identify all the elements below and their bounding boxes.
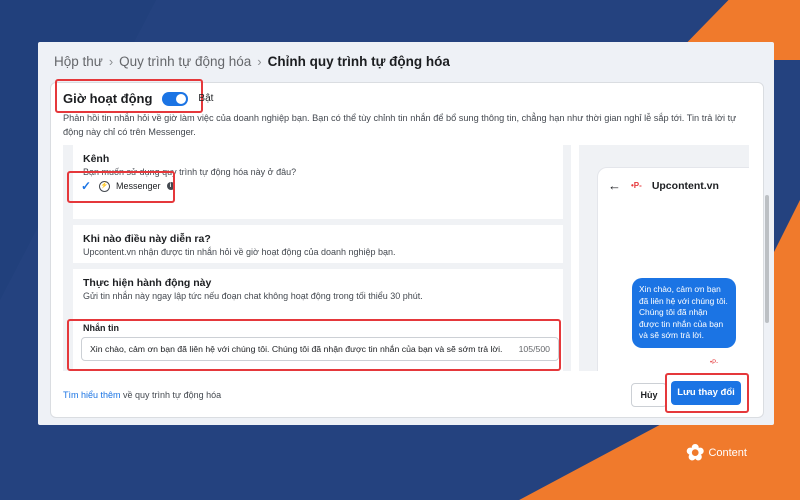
- preview-column: ← •P- Upcontent.vn Xin chào, cảm ơn bạn …: [579, 145, 749, 371]
- automation-description: Phản hồi tin nhắn hỏi về giờ làm việc củ…: [63, 113, 737, 137]
- preview-header: ← •P- Upcontent.vn: [608, 178, 719, 193]
- preview-page-name: Upcontent.vn: [651, 179, 719, 192]
- cancel-button[interactable]: Hủy: [631, 383, 667, 407]
- trigger-section: Khi nào điều này diễn ra? Upcontent.vn n…: [73, 225, 563, 263]
- phone-preview: ← •P- Upcontent.vn Xin chào, cảm ơn bạn …: [597, 167, 749, 371]
- trigger-title: Khi nào điều này diễn ra?: [83, 233, 211, 245]
- toggle-label: Bật: [198, 93, 214, 104]
- breadcrumb-automations[interactable]: Quy trình tự động hóa: [119, 54, 251, 69]
- breadcrumb-current: Chỉnh quy trình tự động hóa: [267, 54, 450, 69]
- automation-editor-panel: Hộp thư › Quy trình tự động hóa › Chỉnh …: [38, 42, 774, 425]
- breadcrumb-inbox[interactable]: Hộp thư: [54, 54, 103, 69]
- automation-card: Giờ hoạt động Bật Phản hồi tin nhắn hỏi …: [50, 79, 769, 418]
- chevron-right-icon: ›: [257, 54, 262, 69]
- brand-logo: ✿ Content: [686, 440, 747, 466]
- chevron-right-icon: ›: [108, 54, 114, 69]
- page-logo-icon: •P-: [631, 181, 642, 190]
- enable-toggle[interactable]: [162, 91, 189, 106]
- header-row: Giờ hoạt động Bật: [63, 91, 213, 106]
- highlight-frame-messenger: [67, 171, 175, 203]
- back-arrow-icon: ←: [608, 178, 621, 193]
- breadcrumb: Hộp thư › Quy trình tự động hóa › Chỉnh …: [54, 54, 450, 69]
- action-title: Thực hiện hành động này: [83, 277, 212, 289]
- scrollbar[interactable]: [765, 195, 769, 323]
- brand-mark-icon: ✿: [686, 440, 705, 465]
- save-changes-button[interactable]: Lưu thay đổi: [671, 381, 741, 405]
- sender-logo-icon: •P-: [710, 360, 719, 366]
- highlight-frame-message: [67, 319, 561, 371]
- action-subtitle: Gửi tin nhắn này ngay lập tức nếu đoạn c…: [83, 291, 423, 301]
- brand-name: Content: [708, 447, 747, 459]
- toggle-knob: [176, 93, 187, 104]
- learn-more-suffix: về quy trình tự động hóa: [120, 390, 222, 400]
- learn-more-link[interactable]: Tìm hiểu thêm: [63, 390, 121, 400]
- trigger-subtitle: Upcontent.vn nhận được tin nhắn hỏi về g…: [83, 247, 396, 257]
- channel-title: Kênh: [83, 153, 110, 165]
- automation-title: Giờ hoạt động: [63, 91, 153, 106]
- preview-message-bubble: Xin chào, cảm ơn bạn đã liên hệ với chún…: [632, 278, 736, 348]
- learn-more-text: Tìm hiểu thêm về quy trình tự động hóa: [63, 390, 221, 400]
